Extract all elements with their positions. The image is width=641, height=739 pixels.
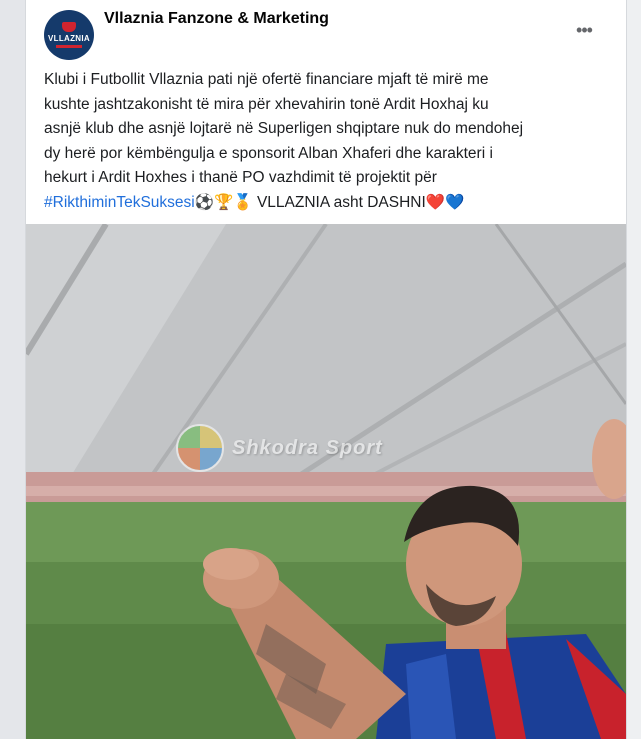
shkodra-sport-logo-icon (176, 424, 224, 472)
more-options-button[interactable]: ••• (566, 18, 602, 42)
watermark: Shkodra Sport (176, 424, 383, 472)
feed-right-background (627, 0, 641, 739)
post-photo[interactable] (26, 224, 626, 739)
post-text-line: dy herë por këmbëngulja e sponsorit Alba… (44, 144, 493, 162)
feed-left-background (0, 0, 25, 739)
post-text-line: asnjë klub dhe asnjë lojtarë në Superlig… (44, 120, 524, 137)
avatar-club-name: VLLAZNIA (48, 34, 90, 43)
avatar-stripe (56, 45, 82, 48)
post-text-line-last: #RikthiminTekSuksesi⚽🏆🏅 VLLAZNIA asht DA… (44, 191, 614, 216)
watermark-text: Shkodra Sport (232, 436, 383, 459)
closing-text: VLLAZNIA asht DASHNI (252, 193, 426, 211)
post-text-line: kushte jashtzakonisht të mira për xhevah… (44, 95, 489, 113)
hashtag-link[interactable]: #RikthiminTekSuksesi (44, 194, 195, 211)
post-text-line: Klubi i Futbollit Vllaznia pati një ofer… (44, 71, 489, 88)
heart-emojis: ❤️💙 (425, 193, 465, 211)
football-player-photo (26, 224, 626, 739)
post-text-line: hekurt i Ardit Hoxhes i thanë PO vazhdim… (44, 169, 437, 186)
club-crest-icon (62, 22, 76, 32)
post-card: VLLAZNIA Vllaznia Fanzone & Marketing ••… (25, 0, 627, 739)
page-avatar[interactable]: VLLAZNIA (44, 10, 94, 60)
page-name-link[interactable]: Vllaznia Fanzone & Marketing (104, 10, 329, 28)
post-body-text: Klubi i Futbollit Vllaznia pati një ofer… (44, 68, 614, 215)
emoji-trophies: ⚽🏆🏅 (194, 193, 253, 211)
